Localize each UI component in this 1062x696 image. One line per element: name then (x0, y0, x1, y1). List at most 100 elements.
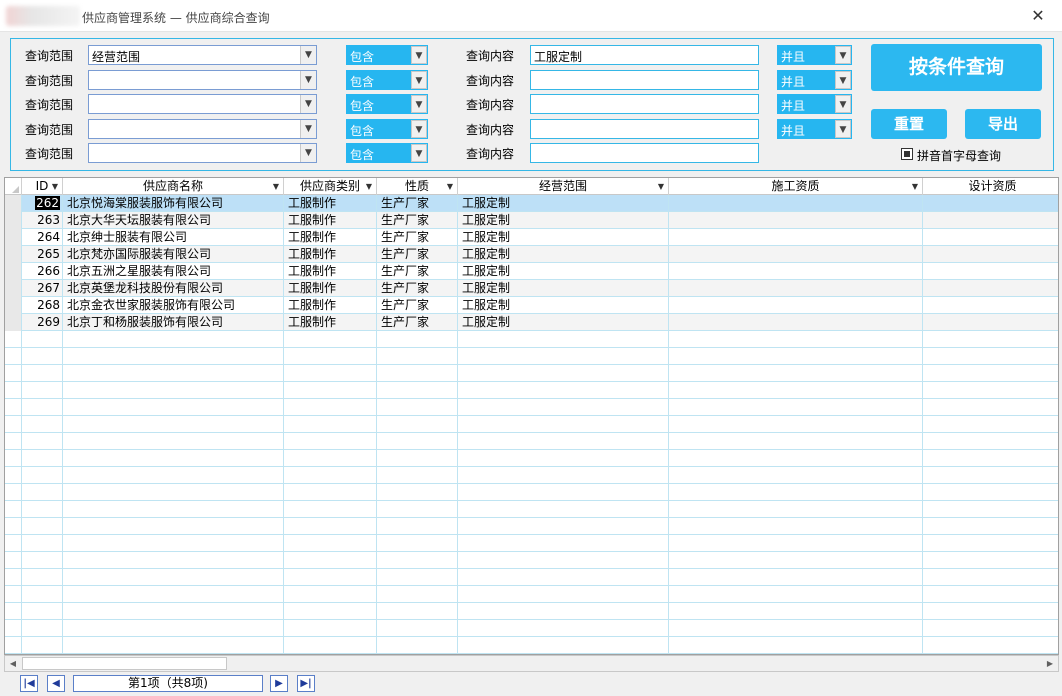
table-cell-category[interactable]: 工服制作 (284, 263, 377, 280)
range-field-select[interactable]: ▼ (88, 94, 317, 114)
table-cell-scope[interactable]: 工服定制 (458, 229, 669, 246)
table-cell-category[interactable]: 工服制作 (284, 314, 377, 331)
sort-arrow-icon[interactable]: ▼ (273, 178, 279, 195)
content-input[interactable] (530, 143, 759, 163)
table-cell-construction[interactable] (669, 229, 923, 246)
range-field-select[interactable]: 经营范围 ▼ (88, 45, 317, 65)
table-cell-name[interactable]: 北京绅士服装有限公司 (63, 229, 284, 246)
logic-select[interactable]: 并且 ▼ (777, 119, 852, 139)
table-cell-construction[interactable] (669, 263, 923, 280)
content-input[interactable]: 工服定制 (530, 45, 759, 65)
pinyin-checkbox[interactable] (901, 148, 913, 160)
sort-arrow-icon[interactable]: ▼ (366, 178, 372, 195)
chevron-down-icon[interactable]: ▼ (835, 46, 851, 64)
chevron-down-icon[interactable]: ▼ (300, 46, 316, 64)
table-cell-name[interactable]: 北京五洲之星服装有限公司 (63, 263, 284, 280)
next-page-icon[interactable]: ▶ (270, 675, 288, 692)
operator-select[interactable]: 包含 ▼ (346, 143, 428, 163)
content-input[interactable] (530, 70, 759, 90)
sort-arrow-icon[interactable]: ▼ (658, 178, 664, 195)
table-cell-nature[interactable]: 生产厂家 (377, 297, 458, 314)
chevron-down-icon[interactable]: ▼ (300, 71, 316, 89)
table-row[interactable]: 267 北京英堡龙科技股份有限公司 工服制作 生产厂家 工服定制 (5, 280, 1058, 297)
table-cell-id[interactable]: 263 (22, 212, 63, 229)
table-cell-category[interactable]: 工服制作 (284, 246, 377, 263)
table-cell-construction[interactable] (669, 280, 923, 297)
chevron-down-icon[interactable]: ▼ (411, 46, 427, 64)
chevron-down-icon[interactable]: ▼ (835, 95, 851, 113)
table-cell-scope[interactable]: 工服定制 (458, 314, 669, 331)
table-cell-scope[interactable]: 工服定制 (458, 297, 669, 314)
sort-arrow-icon[interactable]: ▼ (912, 178, 918, 195)
table-cell-name[interactable]: 北京悦海棠服装服饰有限公司 (63, 195, 284, 212)
reset-button[interactable]: 重置 (871, 109, 947, 139)
table-cell-id[interactable]: 265 (22, 246, 63, 263)
column-header[interactable]: 性质 ▼ (377, 178, 458, 195)
table-cell-design[interactable] (923, 229, 1058, 246)
table-cell-nature[interactable]: 生产厂家 (377, 263, 458, 280)
horizontal-scrollbar[interactable]: ◀ ▶ (4, 655, 1059, 672)
row-header[interactable] (5, 195, 22, 212)
table-row[interactable]: 266 北京五洲之星服装有限公司 工服制作 生产厂家 工服定制 (5, 263, 1058, 280)
table-cell-construction[interactable] (669, 297, 923, 314)
sort-arrow-icon[interactable]: ▼ (52, 178, 58, 195)
table-cell-design[interactable] (923, 280, 1058, 297)
chevron-down-icon[interactable]: ▼ (835, 71, 851, 89)
operator-select[interactable]: 包含 ▼ (346, 94, 428, 114)
range-field-select[interactable]: ▼ (88, 119, 317, 139)
chevron-down-icon[interactable]: ▼ (411, 71, 427, 89)
logic-select[interactable]: 并且 ▼ (777, 45, 852, 65)
supplier-grid[interactable]: ID ▼ 供应商名称 ▼ 供应商类别 ▼ 性质 ▼ 经营范围 ▼ 施工资质 ▼ 设计资质 262 北京悦海… (4, 177, 1059, 655)
table-cell-id[interactable]: 266 (22, 263, 63, 280)
table-cell-construction[interactable] (669, 195, 923, 212)
operator-select[interactable]: 包含 ▼ (346, 119, 428, 139)
table-cell-scope[interactable]: 工服定制 (458, 195, 669, 212)
column-header[interactable]: 设计资质 (923, 178, 1058, 195)
table-cell-design[interactable] (923, 263, 1058, 280)
scroll-left-icon[interactable]: ◀ (5, 656, 21, 671)
row-header[interactable] (5, 263, 22, 280)
table-row[interactable]: 269 北京丁和杨服装服饰有限公司 工服制作 生产厂家 工服定制 (5, 314, 1058, 331)
table-cell-scope[interactable]: 工服定制 (458, 280, 669, 297)
table-row[interactable]: 262 北京悦海棠服装服饰有限公司 工服制作 生产厂家 工服定制 (5, 195, 1058, 212)
table-cell-design[interactable] (923, 297, 1058, 314)
table-cell-name[interactable]: 北京大华天坛服装有限公司 (63, 212, 284, 229)
chevron-down-icon[interactable]: ▼ (411, 95, 427, 113)
table-cell-scope[interactable]: 工服定制 (458, 212, 669, 229)
table-cell-design[interactable] (923, 195, 1058, 212)
content-input[interactable] (530, 94, 759, 114)
close-button[interactable]: ✕ (1014, 0, 1062, 32)
column-header[interactable]: 供应商类别 ▼ (284, 178, 377, 195)
table-cell-name[interactable]: 北京金衣世家服装服饰有限公司 (63, 297, 284, 314)
select-all-corner[interactable] (5, 178, 22, 195)
row-header[interactable] (5, 314, 22, 331)
first-page-icon[interactable]: |◀ (20, 675, 38, 692)
chevron-down-icon[interactable]: ▼ (300, 144, 316, 162)
table-cell-id[interactable]: 264 (22, 229, 63, 246)
logic-select[interactable]: 并且 ▼ (777, 94, 852, 114)
table-cell-id[interactable]: 262 (22, 195, 63, 212)
scroll-right-icon[interactable]: ▶ (1042, 656, 1058, 671)
table-cell-id[interactable]: 269 (22, 314, 63, 331)
table-row[interactable]: 263 北京大华天坛服装有限公司 工服制作 生产厂家 工服定制 (5, 212, 1058, 229)
table-cell-category[interactable]: 工服制作 (284, 212, 377, 229)
table-cell-construction[interactable] (669, 212, 923, 229)
table-row[interactable]: 264 北京绅士服装有限公司 工服制作 生产厂家 工服定制 (5, 229, 1058, 246)
operator-select[interactable]: 包含 ▼ (346, 70, 428, 90)
table-cell-id[interactable]: 268 (22, 297, 63, 314)
prev-page-icon[interactable]: ◀ (47, 675, 65, 692)
table-cell-name[interactable]: 北京梵亦国际服装有限公司 (63, 246, 284, 263)
table-row[interactable]: 268 北京金衣世家服装服饰有限公司 工服制作 生产厂家 工服定制 (5, 297, 1058, 314)
column-header[interactable]: 经营范围 ▼ (458, 178, 669, 195)
table-cell-category[interactable]: 工服制作 (284, 280, 377, 297)
table-cell-construction[interactable] (669, 314, 923, 331)
column-header[interactable]: ID ▼ (22, 178, 63, 195)
table-cell-scope[interactable]: 工服定制 (458, 246, 669, 263)
chevron-down-icon[interactable]: ▼ (835, 120, 851, 138)
logic-select[interactable]: 并且 ▼ (777, 70, 852, 90)
search-by-conditions-button[interactable]: 按条件查询 (871, 44, 1042, 91)
table-cell-category[interactable]: 工服制作 (284, 195, 377, 212)
chevron-down-icon[interactable]: ▼ (411, 144, 427, 162)
range-field-select[interactable]: ▼ (88, 143, 317, 163)
table-cell-name[interactable]: 北京丁和杨服装服饰有限公司 (63, 314, 284, 331)
